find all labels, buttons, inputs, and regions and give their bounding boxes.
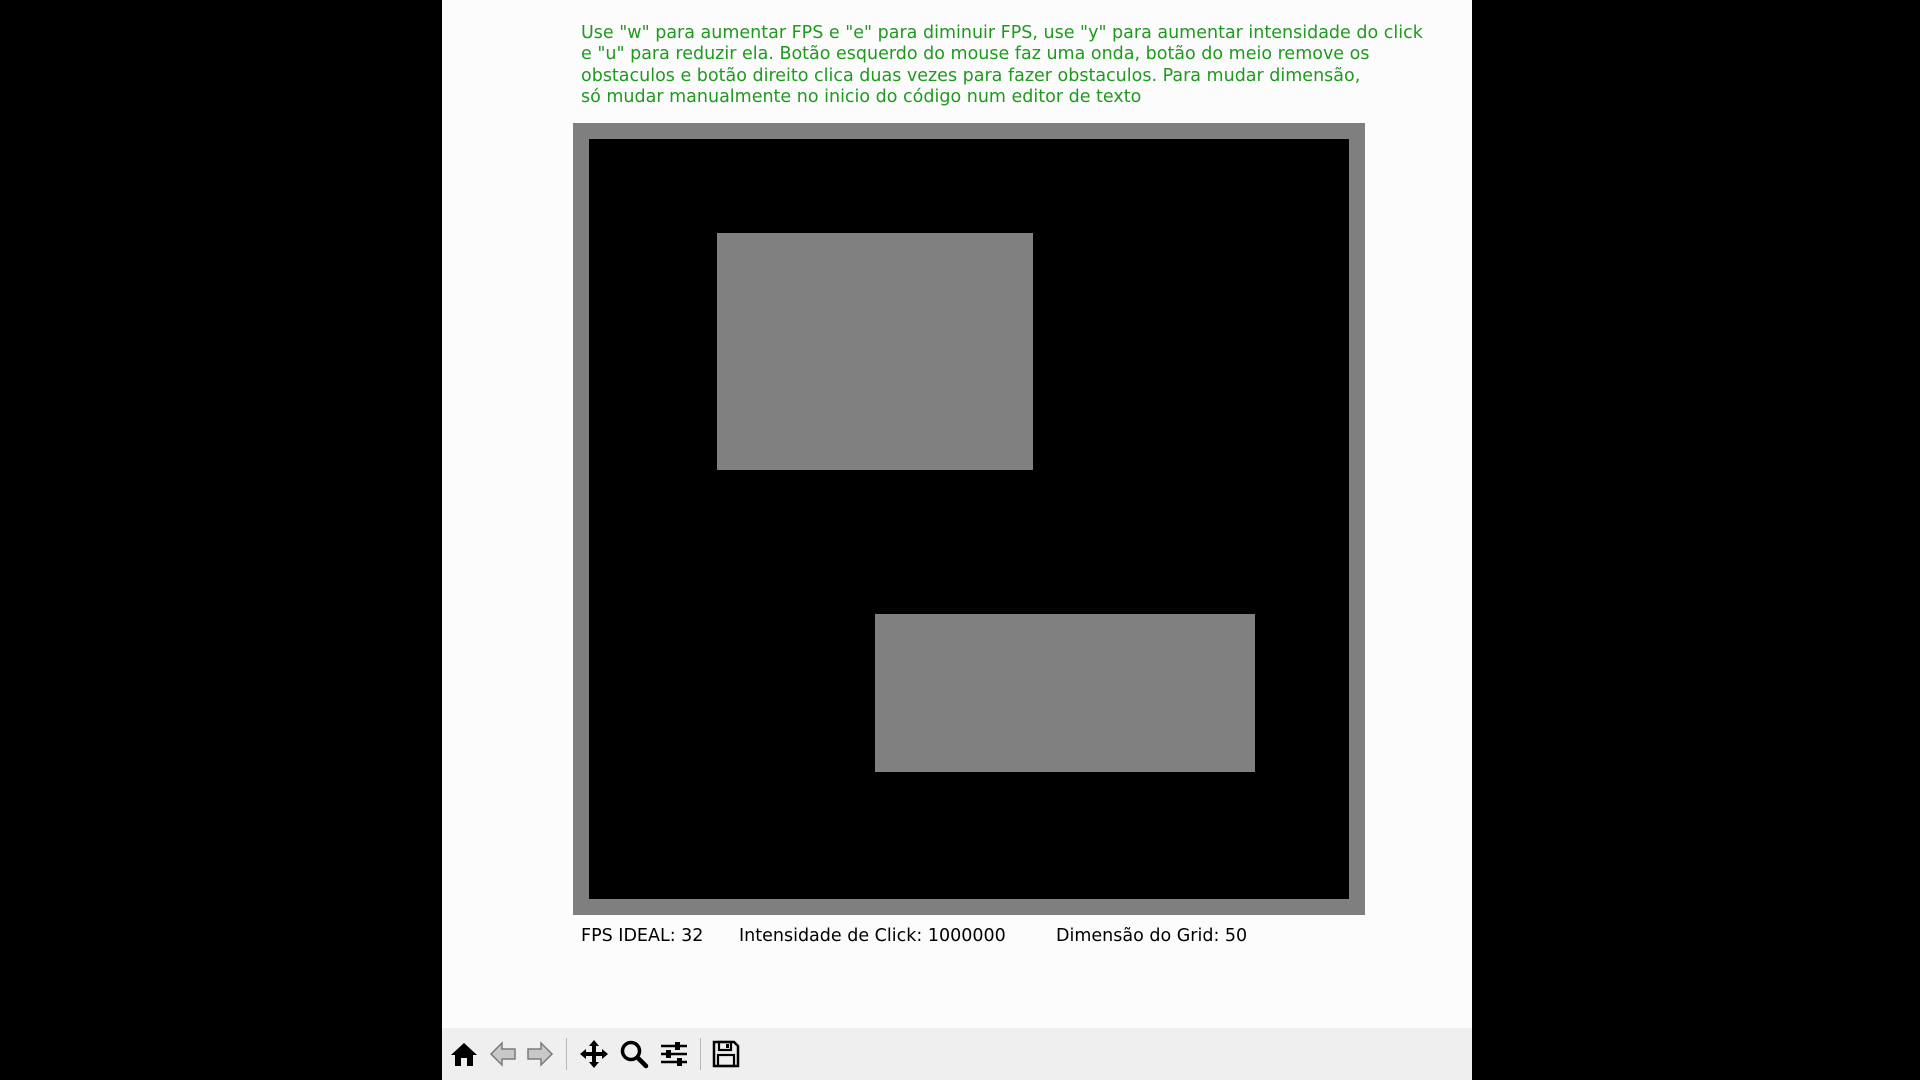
toolbar-separator bbox=[566, 1038, 567, 1070]
fps-label: FPS IDEAL: 32 bbox=[581, 926, 704, 946]
instructions-text: Use "w" para aumentar FPS e "e" para dim… bbox=[581, 23, 1423, 107]
toolbar-separator bbox=[700, 1038, 701, 1070]
grid-dimension-label: Dimensão do Grid: 50 bbox=[1056, 926, 1248, 946]
zoom-button[interactable] bbox=[616, 1036, 652, 1072]
figure-window: Use "w" para aumentar FPS e "e" para dim… bbox=[442, 0, 1472, 1080]
save-button[interactable] bbox=[708, 1036, 744, 1072]
click-intensity-label: Intensidade de Click: 1000000 bbox=[739, 926, 1006, 946]
back-button[interactable] bbox=[485, 1036, 521, 1072]
obstacle bbox=[875, 614, 1255, 772]
home-button[interactable] bbox=[446, 1036, 482, 1072]
forward-button[interactable] bbox=[522, 1036, 558, 1072]
magnifier-icon bbox=[620, 1040, 649, 1069]
floppy-disk-icon bbox=[712, 1040, 740, 1068]
navigation-toolbar bbox=[442, 1028, 1472, 1080]
arrow-left-icon bbox=[489, 1041, 516, 1067]
configure-subplots-button[interactable] bbox=[656, 1036, 692, 1072]
move-icon bbox=[580, 1040, 608, 1068]
obstacle bbox=[717, 233, 1033, 470]
home-icon bbox=[451, 1043, 477, 1066]
arrow-right-icon bbox=[527, 1041, 554, 1067]
pan-button[interactable] bbox=[576, 1036, 612, 1072]
sliders-icon bbox=[661, 1042, 687, 1066]
wave-simulation-canvas[interactable] bbox=[573, 123, 1365, 915]
